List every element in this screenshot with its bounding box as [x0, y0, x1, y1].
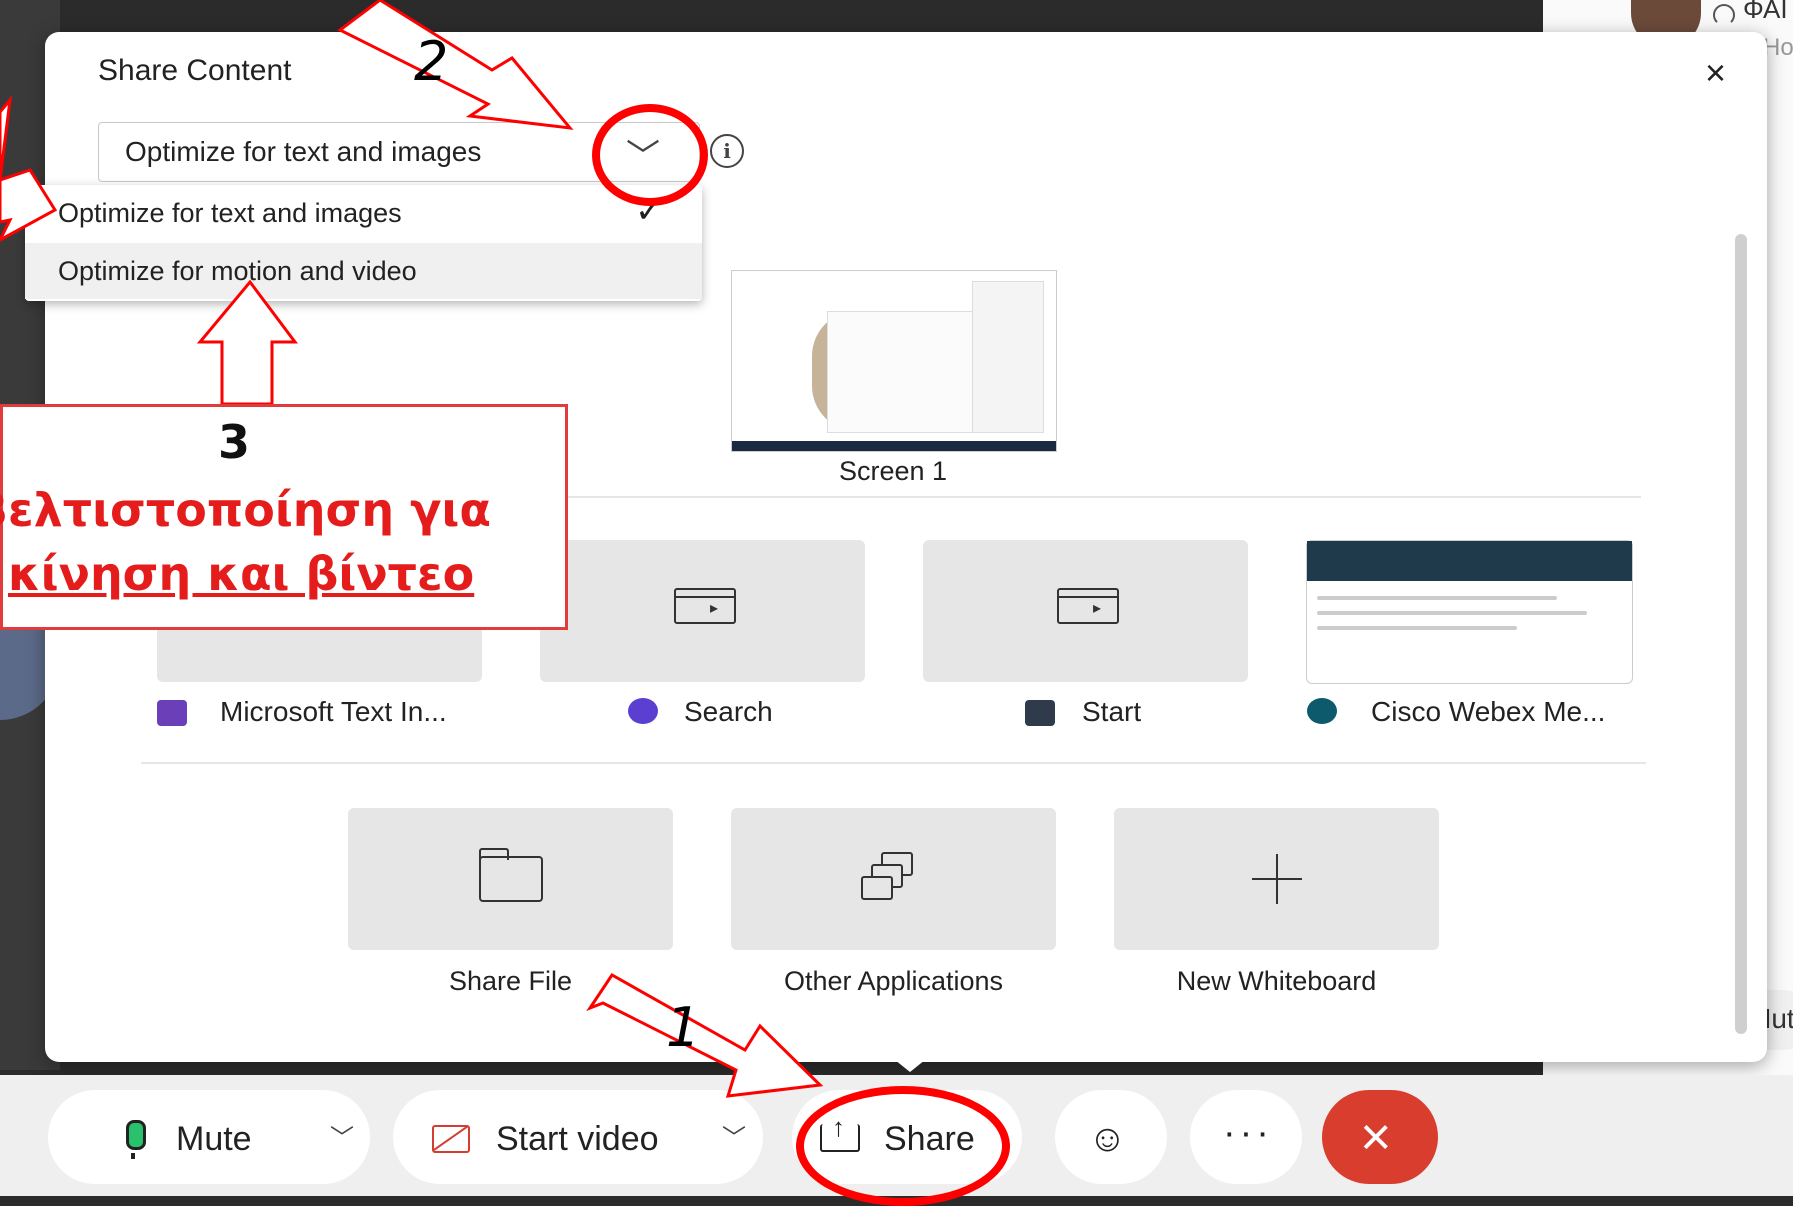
app-tile-start[interactable]: [923, 540, 1248, 682]
optimize-dropdown-menu: Optimize for text and images ✓ Optimize …: [25, 185, 702, 301]
app-label-microsoft-text-input: Microsoft Text In...: [220, 696, 447, 727]
app-label-cisco-webex: Cisco Webex Me...: [1371, 696, 1606, 727]
menu-item-label: Optimize for motion and video: [58, 256, 417, 286]
thumbnail-content: [827, 311, 974, 433]
microphone-icon: [126, 1120, 146, 1159]
divider: [141, 496, 1641, 498]
window-icon: [1057, 588, 1119, 624]
headset-icon: [1713, 4, 1735, 26]
menu-item-optimize-text-images[interactable]: Optimize for text and images ✓: [25, 185, 702, 241]
menu-item-label: Optimize for text and images: [58, 198, 402, 228]
divider: [141, 762, 1646, 764]
camera-off-icon: [432, 1125, 470, 1153]
webex-icon: [1307, 698, 1337, 724]
keyboard-icon: [157, 700, 187, 726]
mute-label: Mute: [176, 1120, 252, 1158]
smile-icon: ☺: [1088, 1118, 1127, 1160]
other-applications-label: Other Applications: [783, 966, 1004, 996]
start-video-label: Start video: [496, 1120, 659, 1158]
end-meeting-button[interactable]: ×: [1322, 1090, 1438, 1184]
share-label: Share: [884, 1120, 975, 1158]
plus-icon: [1276, 854, 1278, 904]
thumbnail-content: [1317, 626, 1517, 630]
scrollbar[interactable]: [1735, 234, 1747, 1034]
info-icon[interactable]: i: [710, 134, 744, 168]
other-applications-tile[interactable]: [731, 808, 1056, 950]
windows-stack-icon: [861, 876, 893, 900]
app-label-start: Start: [1082, 696, 1142, 727]
thumbnail-content: [1307, 541, 1632, 581]
optimize-select[interactable]: Optimize for text and images ﹀: [98, 122, 700, 182]
close-icon: ×: [1360, 1107, 1392, 1167]
app-label-search: Search: [684, 696, 773, 727]
start-icon: [1025, 700, 1055, 726]
thumbnail-content: [972, 281, 1044, 433]
share-icon: [820, 1112, 860, 1152]
new-whiteboard-label: New Whiteboard: [1176, 966, 1377, 996]
chevron-down-icon[interactable]: ﹀: [722, 1118, 746, 1153]
new-whiteboard-tile[interactable]: [1114, 808, 1439, 950]
popover-caret: [890, 1056, 930, 1072]
screen-1-label: Screen 1: [838, 456, 948, 486]
participant-role: Host: [1763, 34, 1793, 61]
chevron-down-icon[interactable]: ﹀: [626, 129, 660, 178]
thumbnail-content: [1317, 611, 1587, 615]
window-icon: [291, 588, 353, 624]
checkmark-icon: ✓: [635, 192, 664, 230]
more-icon: ···: [1223, 1112, 1273, 1154]
share-file-label: Share File: [448, 966, 573, 996]
thumbnail-taskbar: [732, 441, 1056, 451]
app-tile-search[interactable]: [540, 540, 865, 682]
menu-item-optimize-motion-video[interactable]: Optimize for motion and video: [25, 243, 702, 299]
app-tile-microsoft-text-input[interactable]: [157, 540, 482, 682]
thumbnail-content: [1317, 596, 1557, 600]
app-tile-cisco-webex[interactable]: [1306, 540, 1633, 684]
folder-icon: [479, 848, 543, 902]
dialog-title: Share Content: [98, 54, 292, 87]
search-icon: [628, 698, 658, 724]
share-file-tile[interactable]: [348, 808, 673, 950]
close-icon[interactable]: ×: [1705, 52, 1726, 94]
window-icon: [674, 588, 736, 624]
screen-1-thumbnail[interactable]: [731, 270, 1057, 452]
chevron-down-icon[interactable]: ﹀: [330, 1118, 354, 1153]
participant-name: ΦΑΙ: [1743, 0, 1788, 24]
optimize-select-value: Optimize for text and images: [125, 136, 482, 167]
